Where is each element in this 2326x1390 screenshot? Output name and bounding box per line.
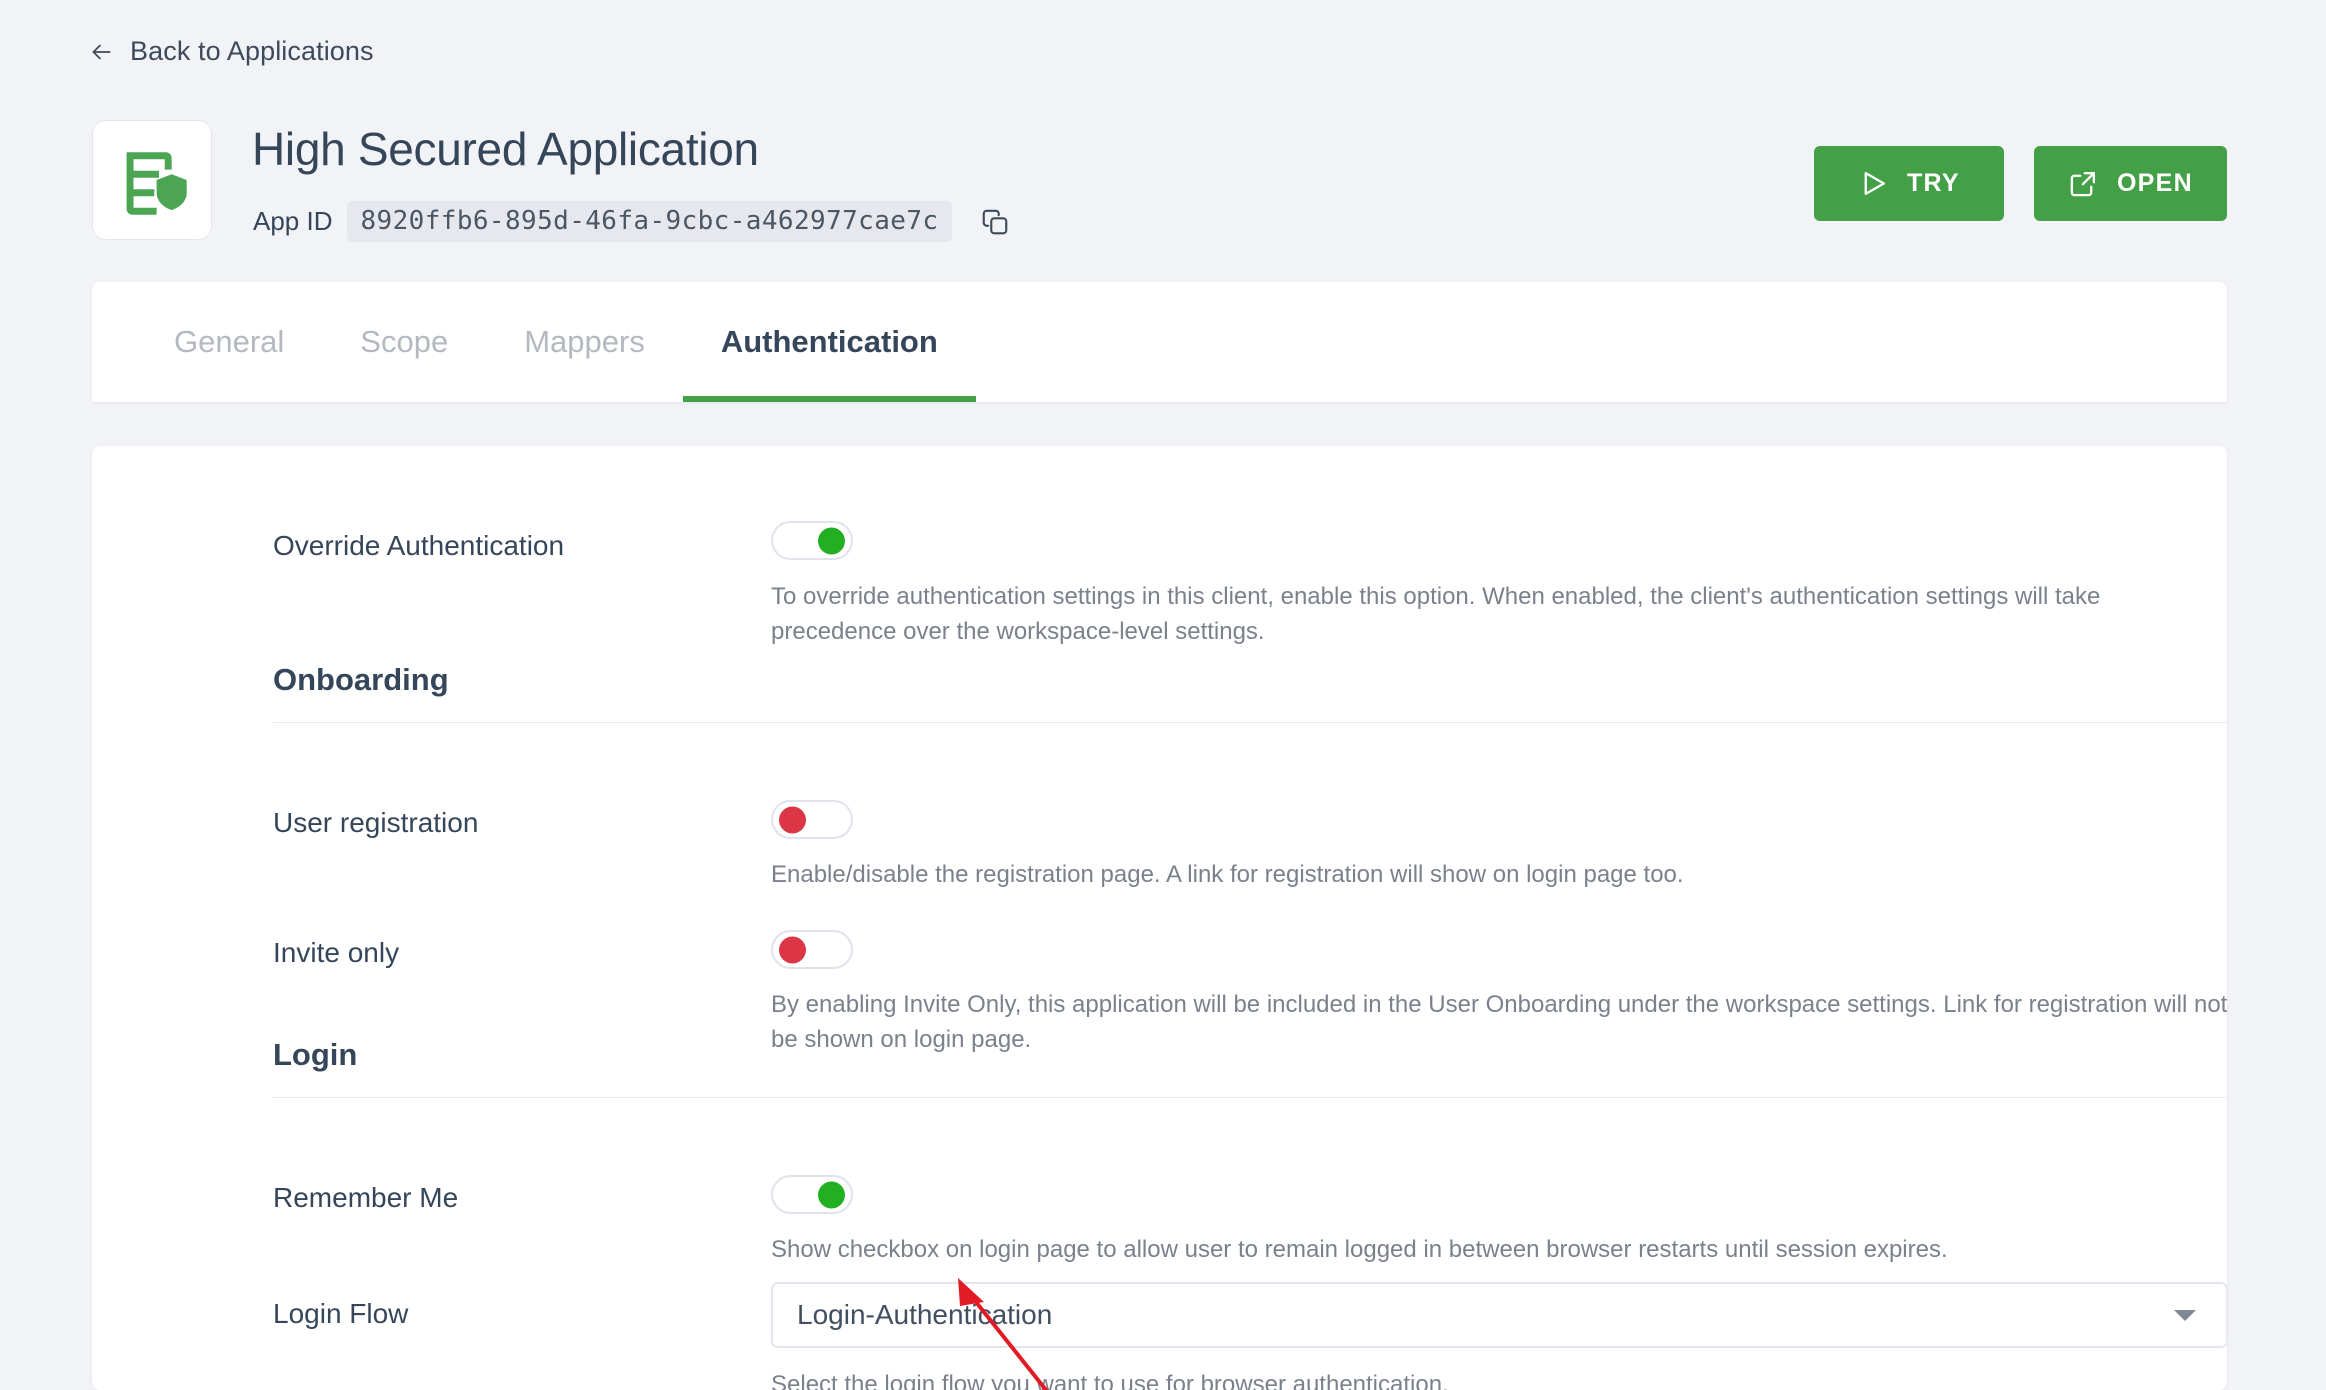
header-actions: TRY OPEN: [1813, 146, 2227, 221]
section-login-divider: [273, 1097, 2227, 1098]
section-login: Login: [273, 1037, 2227, 1098]
chevron-down-icon: [2174, 1309, 2196, 1321]
tab-scope-label: Scope: [360, 324, 449, 359]
override-authentication-label: Override Authentication: [273, 530, 565, 561]
login-flow-value: Login-Authentication: [797, 1299, 1053, 1330]
user-registration-toggle[interactable]: [771, 800, 853, 839]
app-id-row: App ID 8920ffb6-895d-46fa-9cbc-a462977ca…: [253, 201, 1010, 242]
section-onboarding-divider: [273, 722, 2227, 723]
authentication-settings-panel: Override Authentication To override auth…: [92, 446, 2227, 1390]
override-authentication-help: To override authentication settings in t…: [771, 583, 2101, 645]
try-button[interactable]: TRY: [1813, 146, 2004, 221]
section-onboarding-title: Onboarding: [273, 662, 449, 697]
secured-document-icon: [126, 152, 187, 215]
remember-me-toggle[interactable]: [771, 1175, 853, 1214]
open-button-label: OPEN: [2116, 169, 2193, 197]
tab-mappers-label: Mappers: [524, 324, 645, 359]
tab-list: General Scope Mappers Authentication: [136, 282, 976, 402]
toggle-knob: [818, 1181, 845, 1208]
tabs-bar: General Scope Mappers Authentication: [92, 282, 2227, 402]
back-to-applications-link[interactable]: Back to Applications: [88, 36, 374, 67]
page-title: High Secured Application: [252, 123, 759, 175]
open-button[interactable]: OPEN: [2033, 146, 2227, 221]
remember-me-help: Show checkbox on login page to allow use…: [771, 1236, 1948, 1263]
toggle-knob: [779, 806, 806, 833]
invite-only-label: Invite only: [273, 937, 400, 968]
app-icon: [92, 120, 212, 240]
tab-authentication[interactable]: Authentication: [682, 282, 976, 402]
section-login-title: Login: [273, 1037, 358, 1072]
play-icon: [1864, 172, 1885, 195]
arrow-left-icon: [92, 44, 111, 59]
external-link-icon: [2070, 172, 2095, 197]
toggle-knob: [779, 936, 806, 963]
tab-general-label: General: [174, 324, 285, 359]
user-registration-help: Enable/disable the registration page. A …: [771, 861, 1684, 888]
user-registration-label: User registration: [273, 807, 479, 838]
toggle-knob: [818, 527, 845, 554]
invite-only-toggle[interactable]: [771, 930, 853, 969]
try-button-label: TRY: [1906, 169, 1960, 197]
tab-mappers[interactable]: Mappers: [486, 282, 683, 402]
login-flow-label: Login Flow: [273, 1298, 409, 1329]
remember-me-label: Remember Me: [273, 1182, 459, 1213]
tab-authentication-label: Authentication: [720, 324, 938, 359]
copy-icon[interactable]: [980, 207, 1010, 237]
tab-general[interactable]: General: [136, 282, 322, 402]
back-link-label: Back to Applications: [130, 36, 374, 66]
app-id-value: 8920ffb6-895d-46fa-9cbc-a462977cae7c: [346, 201, 953, 242]
app-header: High Secured Application App ID 8920ffb6…: [92, 118, 2227, 258]
override-authentication-toggle[interactable]: [771, 521, 853, 560]
application-settings-page: Back to Applications High Secured Applic…: [0, 0, 2326, 1390]
tab-scope[interactable]: Scope: [322, 282, 486, 402]
login-flow-select[interactable]: Login-Authentication: [771, 1282, 2227, 1348]
app-id-label: App ID: [253, 206, 333, 236]
section-onboarding: Onboarding: [273, 662, 2227, 723]
login-flow-help: Select the login flow you want to use fo…: [771, 1371, 1449, 1390]
